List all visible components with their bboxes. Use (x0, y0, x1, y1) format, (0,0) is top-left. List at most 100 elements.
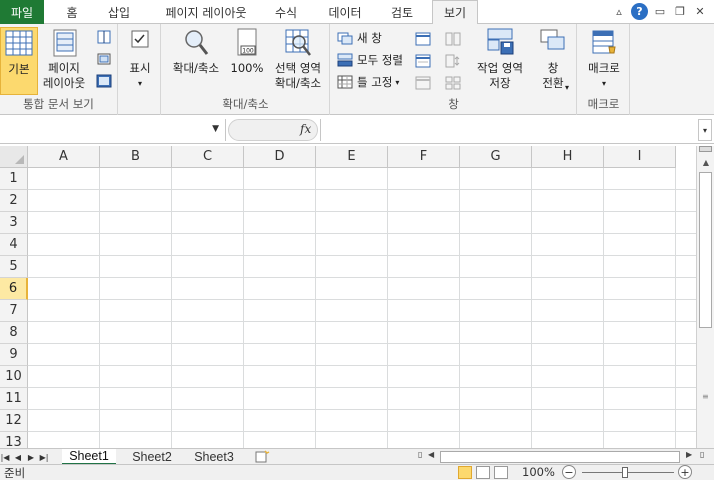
name-box[interactable]: ▼ (0, 119, 226, 141)
split-box[interactable] (699, 146, 712, 152)
freeze-panes-button[interactable]: 틀 고정 ▾ (337, 72, 399, 92)
row-header-7[interactable]: 7 (0, 300, 28, 322)
scroll-right-icon[interactable]: ▶ (686, 450, 692, 459)
select-all-button[interactable] (0, 146, 28, 168)
window-controls: ▵ ? ▭ ❐ ✕ (611, 2, 708, 20)
scroll-split-right-icon[interactable]: ▯ (700, 450, 704, 459)
tab-view[interactable]: 보기 (432, 0, 478, 25)
formula-input[interactable] (320, 119, 697, 141)
zoom-out-icon[interactable]: − (562, 465, 576, 479)
vertical-scrollbar[interactable]: ▲ ≡ (696, 146, 714, 448)
zoom-slider-knob[interactable] (622, 467, 628, 478)
zoom-slider-track[interactable] (582, 472, 674, 473)
zoom-to-selection-button[interactable]: 선택 영역 확대/축소 (268, 27, 328, 91)
scroll-left-icon[interactable]: ◀ (428, 450, 434, 459)
macros-button[interactable]: 매크로 ▾ (582, 27, 626, 91)
reset-window-position-icon[interactable] (445, 76, 461, 90)
tab-insert[interactable]: 삽입 (100, 0, 138, 24)
column-header-g[interactable]: G (460, 146, 532, 168)
column-header-f[interactable]: F (388, 146, 460, 168)
restore-icon[interactable]: ❐ (672, 2, 688, 20)
tab-home[interactable]: 홈 (56, 0, 88, 24)
horizontal-scrollbar[interactable]: ▯ ◀ ▶ ▯ (418, 450, 712, 464)
row-header-13[interactable]: 13 (0, 432, 28, 448)
arrange-all-button[interactable]: 모두 정렬 (337, 50, 403, 70)
row-header-9[interactable]: 9 (0, 344, 28, 366)
column-header-i[interactable]: I (604, 146, 676, 168)
zoom-button[interactable]: 확대/축소 (166, 27, 226, 76)
tab-review[interactable]: 검토 (382, 0, 422, 24)
column-header-h[interactable]: H (532, 146, 604, 168)
row-header-1[interactable]: 1 (0, 168, 28, 190)
freeze-panes-label: 틀 고정 (357, 75, 393, 89)
scroll-up-icon[interactable]: ▲ (697, 154, 714, 170)
cell-area[interactable] (28, 168, 696, 448)
prev-sheet-icon[interactable]: ◀ (13, 450, 23, 464)
normal-view-label: 기본 (8, 62, 30, 76)
sheet-tab-3[interactable]: Sheet3 (186, 449, 242, 465)
first-sheet-icon[interactable]: |◀ (0, 450, 10, 464)
row-header-10[interactable]: 10 (0, 366, 28, 388)
save-workspace-button[interactable]: 작업 영역 저장 (469, 27, 531, 91)
column-header-e[interactable]: E (316, 146, 388, 168)
ribbon-collapse-icon[interactable]: ▵ (611, 2, 627, 20)
sheet-tab-2[interactable]: Sheet2 (124, 449, 180, 465)
last-sheet-icon[interactable]: ▶| (39, 450, 49, 464)
normal-view-status-icon[interactable] (458, 466, 472, 479)
zoom-in-icon[interactable]: + (678, 465, 692, 479)
tab-page-layout[interactable]: 페이지 레이아웃 (150, 0, 262, 24)
row-header-11[interactable]: 11 (0, 388, 28, 410)
svg-text:100: 100 (242, 48, 254, 55)
close-icon[interactable]: ✕ (692, 2, 708, 20)
status-ready-text: 준비 (4, 466, 26, 480)
expand-formula-bar-icon[interactable]: ▾ (698, 119, 712, 141)
new-window-button[interactable]: 새 창 (337, 28, 382, 48)
row-header-8[interactable]: 8 (0, 322, 28, 344)
hide-window-icon[interactable] (415, 54, 431, 68)
row-header-3[interactable]: 3 (0, 212, 28, 234)
page-break-preview-icon[interactable] (96, 30, 112, 44)
column-header-a[interactable]: A (28, 146, 100, 168)
show-button[interactable]: 표시 ▾ (121, 27, 159, 91)
horizontal-scroll-thumb[interactable] (440, 451, 680, 463)
page-layout-view-button[interactable]: 페이지 레이아웃 (40, 27, 88, 91)
insert-function-button[interactable]: fx (300, 122, 311, 136)
full-screen-icon[interactable] (96, 74, 112, 88)
scroll-split-icon[interactable]: ▯ (418, 450, 422, 459)
column-header-b[interactable]: B (100, 146, 172, 168)
row-header-12[interactable]: 12 (0, 410, 28, 432)
worksheet-grid: ABCDEFGHI 1 2 3 4 5 6 7 8 9 10 11 12 13 (0, 146, 696, 448)
next-sheet-icon[interactable]: ▶ (26, 450, 36, 464)
name-box-dropdown-icon[interactable]: ▼ (212, 124, 219, 134)
help-icon[interactable]: ? (631, 2, 648, 20)
switch-windows-dropdown-icon: ▾ (565, 83, 570, 92)
tab-file[interactable]: 파일 (0, 0, 44, 24)
tab-data[interactable]: 데이터 (318, 0, 372, 24)
sheet-tab-1[interactable]: Sheet1 (62, 449, 116, 465)
synchronous-scrolling-icon[interactable] (445, 54, 461, 68)
row-header-2[interactable]: 2 (0, 190, 28, 212)
column-header-c[interactable]: C (172, 146, 244, 168)
split-icon[interactable] (415, 32, 431, 46)
row-header-4[interactable]: 4 (0, 234, 28, 256)
switch-windows-button[interactable]: 창 전환 ▾ (533, 27, 573, 92)
insert-sheet-icon[interactable] (254, 450, 270, 464)
minimize-icon[interactable]: ▭ (652, 2, 668, 20)
view-side-by-side-icon[interactable] (445, 32, 461, 46)
show-dropdown-icon: ▾ (137, 79, 142, 88)
row-header-6[interactable]: 6 (0, 278, 28, 300)
zoom-level[interactable]: 100% (522, 465, 555, 479)
normal-view-button[interactable]: 기본 (0, 27, 38, 95)
column-header-d[interactable]: D (244, 146, 316, 168)
zoom-100-icon: 100 (237, 28, 257, 56)
zoom-100-button[interactable]: 100 100% (228, 27, 266, 76)
unhide-window-icon[interactable] (415, 76, 431, 90)
row-header-5[interactable]: 5 (0, 256, 28, 278)
vertical-scroll-thumb[interactable] (699, 172, 712, 328)
tab-formulas[interactable]: 수식 (268, 0, 304, 24)
group-label-workbook-views: 통합 문서 보기 (23, 97, 94, 111)
show-label: 표시 (129, 61, 151, 75)
page-layout-status-icon[interactable] (476, 466, 490, 479)
page-break-status-icon[interactable] (494, 466, 508, 479)
custom-views-icon[interactable] (96, 52, 112, 66)
